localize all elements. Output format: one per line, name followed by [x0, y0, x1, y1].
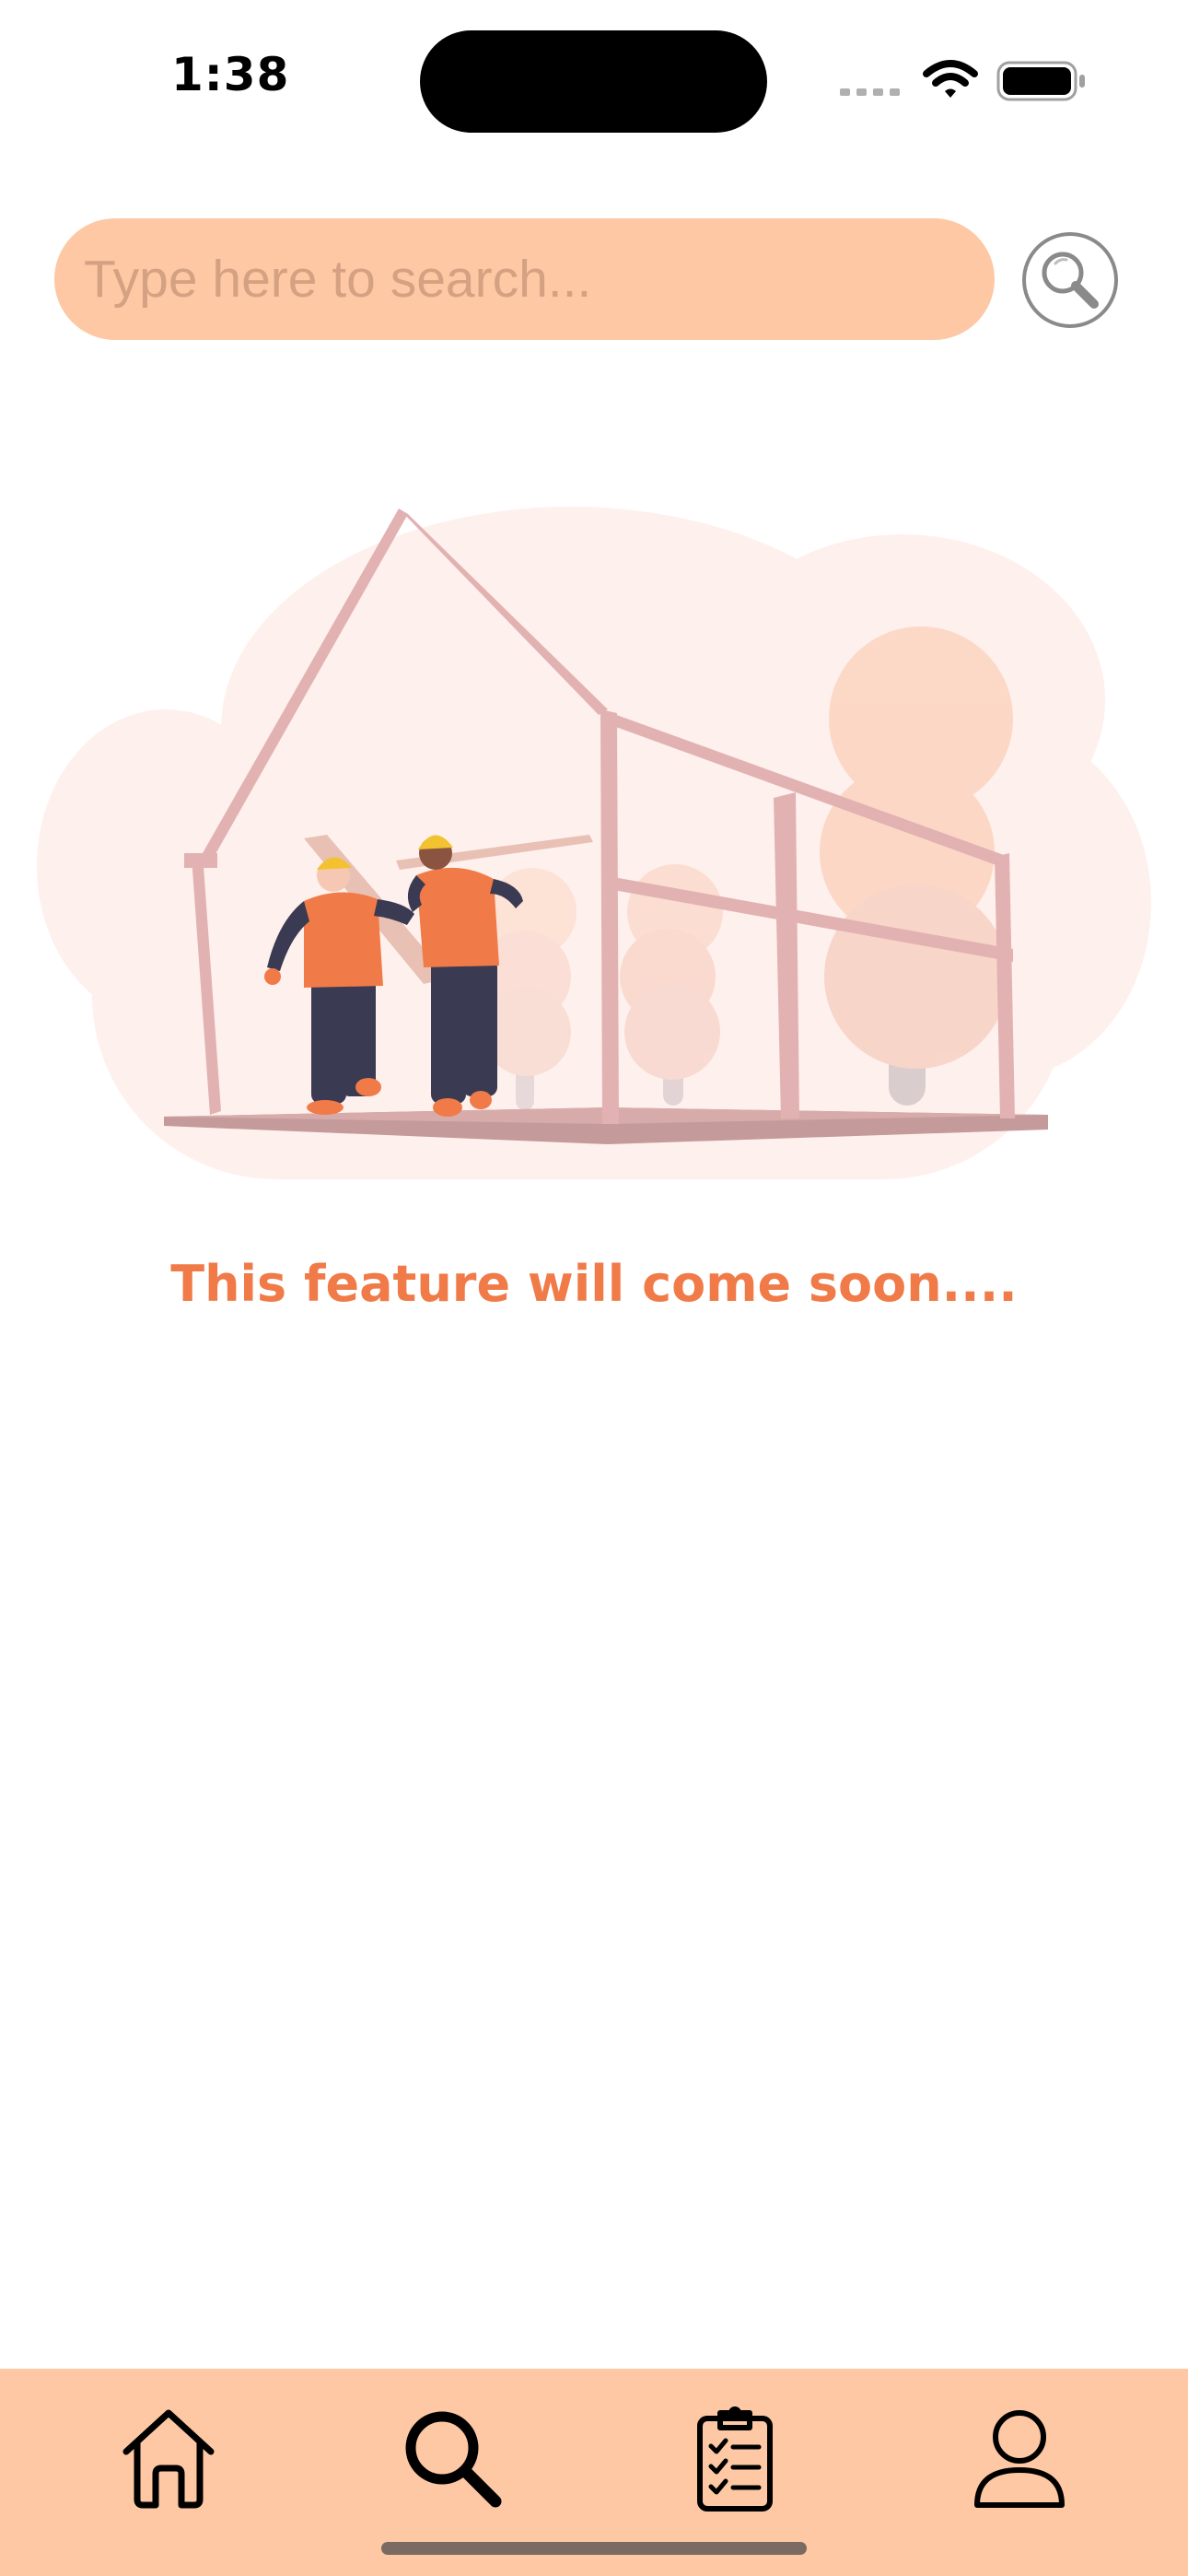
home-icon: [113, 2404, 224, 2514]
tab-search[interactable]: [389, 2395, 518, 2523]
status-icons: [838, 53, 1096, 109]
status-time: 1:38: [171, 48, 289, 101]
construction-illustration: [37, 488, 1151, 1188]
profile-icon: [964, 2404, 1075, 2514]
tab-checklist[interactable]: [670, 2395, 799, 2523]
cellular-signal-icon: [838, 85, 904, 100]
tree-large: [820, 626, 1013, 1106]
dynamic-island: [420, 30, 767, 133]
coming-soon-message: This feature will come soon....: [0, 1255, 1188, 1313]
home-indicator[interactable]: [381, 2542, 807, 2555]
tab-profile[interactable]: [955, 2395, 1084, 2523]
search-button[interactable]: [1020, 230, 1120, 330]
tab-home[interactable]: [104, 2395, 233, 2523]
battery-icon: [996, 61, 1089, 101]
search-icon: [398, 2404, 508, 2514]
clipboard-checklist-icon: [680, 2404, 790, 2514]
wifi-icon: [923, 59, 978, 101]
magnifier-icon: [1020, 230, 1120, 330]
search-input[interactable]: [54, 218, 995, 340]
